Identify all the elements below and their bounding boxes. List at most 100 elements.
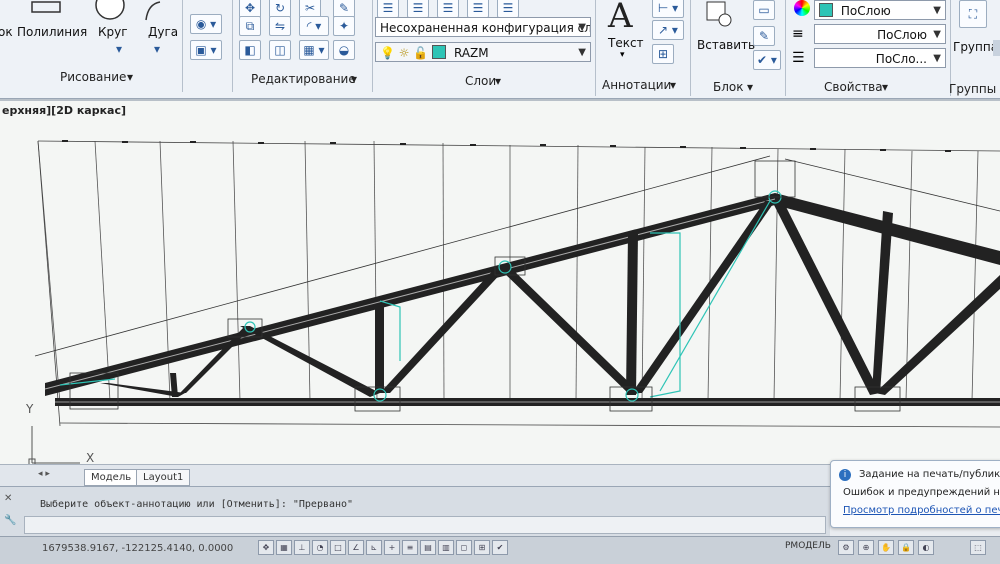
mirror-icon[interactable]: ⇋ <box>269 16 291 36</box>
layer-properties-icon[interactable]: ☰ <box>377 0 399 18</box>
close-icon[interactable]: ✕ <box>4 493 12 504</box>
zoom-icon[interactable]: ⊕ <box>858 540 874 555</box>
linetype-value: ПоСлою <box>877 28 927 42</box>
isolate-icon[interactable]: ◐ <box>918 540 934 555</box>
block-panel-expand-icon[interactable]: ▾ <box>747 80 753 94</box>
groups-panel-title[interactable]: Группы <box>949 82 996 96</box>
properties-panel-title[interactable]: Свойства <box>824 80 883 94</box>
arc-dropdown-icon[interactable]: ▾ <box>152 40 162 58</box>
snap-mode-icon[interactable]: ✥ <box>258 540 274 555</box>
workspace-icon[interactable]: ⚙ <box>838 540 854 555</box>
osnap-mode-icon[interactable]: □ <box>330 540 346 555</box>
create-block-icon[interactable]: ▭ <box>753 0 775 20</box>
polar-mode-icon[interactable]: ◔ <box>312 540 328 555</box>
annotation-panel-expand-icon[interactable]: ▾ <box>670 78 676 92</box>
sc-mode-icon[interactable]: ◻ <box>456 540 472 555</box>
lineweight-dropdown[interactable]: ПоСло... ▼ <box>814 48 946 68</box>
color-swatch <box>819 3 833 17</box>
table-icon[interactable]: ⊞ <box>652 44 674 64</box>
annotation-panel-title[interactable]: Аннотации <box>602 78 671 92</box>
ducs-mode-icon[interactable]: ⊾ <box>366 540 382 555</box>
groups-panel: ⛶ Группа Группы <box>949 0 1000 98</box>
insert-button[interactable]: Вставить <box>697 38 755 52</box>
circle-icon[interactable] <box>95 0 125 22</box>
lineweight-icon[interactable]: ☰ <box>792 50 805 66</box>
layer-lock-icon[interactable]: ☰ <box>497 0 519 18</box>
drawing-viewport[interactable]: Y X <box>0 99 1000 466</box>
linetype-icon[interactable]: ≡ <box>792 26 804 42</box>
linetype-dropdown[interactable]: ПоСлою ▼ <box>814 24 946 44</box>
otrack-mode-icon[interactable]: ∠ <box>348 540 364 555</box>
layer-color-swatch <box>432 45 447 59</box>
command-input[interactable] <box>24 516 826 534</box>
am-mode-icon[interactable]: ⊞ <box>474 540 490 555</box>
block-panel: Вставить ▭ ✎ ✔ ▾ Блок ▾ <box>691 0 785 98</box>
viewport-title[interactable]: ерхняя][2D каркас] <box>2 104 126 117</box>
group-icon[interactable]: ⛶ <box>959 0 987 28</box>
qp-mode-icon[interactable]: ▥ <box>438 540 454 555</box>
ortho-mode-icon[interactable]: ⊥ <box>294 540 310 555</box>
text-tool-button[interactable]: Текст <box>608 36 644 50</box>
layer-state-dropdown[interactable]: Несохраненная конфигурация сло ▼ <box>375 17 591 37</box>
leader-icon[interactable]: ↗ ▾ <box>652 20 684 40</box>
bottom-dimension-line <box>59 422 1000 428</box>
layers-panel-expand-icon[interactable]: ▾ <box>495 74 501 88</box>
dimension-icon[interactable]: ⊢ ▾ <box>652 0 684 18</box>
draw-panel-title[interactable]: Рисование <box>60 70 126 84</box>
block-attributes-icon[interactable]: ✔ ▾ <box>753 50 781 70</box>
tab-layout1[interactable]: Layout1 <box>136 469 191 486</box>
model-space-indicator[interactable]: РМОДЕЛЬ <box>785 541 831 551</box>
insert-block-icon[interactable] <box>703 0 735 30</box>
color-wheel-icon[interactable] <box>794 0 810 16</box>
current-layer-dropdown[interactable]: 💡 ☼ 🔓 RAZM ▼ <box>375 42 591 62</box>
edit-block-icon[interactable]: ✎ <box>753 26 775 46</box>
fullscreen-icon[interactable]: ⬚ <box>970 540 986 555</box>
draw-panel-expand-icon[interactable]: ▾ <box>127 70 133 84</box>
polyline-button[interactable]: Полилиния <box>17 25 87 39</box>
arc-icon[interactable] <box>142 0 164 22</box>
print-notification-balloon[interactable]: i Задание на печать/публикаци Ошибок и п… <box>830 460 1000 528</box>
coordinates-readout[interactable]: 1679538.9167, -122125.4140, 0.0000 <box>42 543 233 554</box>
layer-isolate-icon[interactable]: ☰ <box>407 0 429 18</box>
copy-icon[interactable]: ⧉ <box>239 16 261 36</box>
stretch-icon[interactable]: ◧ <box>239 40 261 60</box>
text-dropdown-icon[interactable]: ▾ <box>620 50 625 60</box>
polyline-icon[interactable] <box>30 0 64 20</box>
tab-nav-arrows-icon[interactable]: ◂ ▸ <box>38 469 50 479</box>
offset-icon[interactable]: ◒ <box>333 40 355 60</box>
circle-button[interactable]: Круг <box>98 25 128 39</box>
modify-panel-title[interactable]: Редактирование <box>251 72 356 86</box>
view-eye-icon[interactable]: ◉ ▾ <box>190 14 222 34</box>
wrench-icon[interactable]: 🔧 <box>4 515 16 526</box>
layer-match-icon[interactable]: ☰ <box>437 0 459 18</box>
group-side-icon[interactable] <box>993 40 1000 56</box>
arc-button[interactable]: Дуга <box>148 25 178 39</box>
circle-dropdown-icon[interactable]: ▾ <box>114 40 124 58</box>
pan-icon[interactable]: ✋ <box>878 540 894 555</box>
tpy-mode-icon[interactable]: ▤ <box>420 540 436 555</box>
lwt-mode-icon[interactable]: ≡ <box>402 540 418 555</box>
ucs-icon <box>28 426 80 466</box>
grid-mode-icon[interactable]: ▦ <box>276 540 292 555</box>
lock-icon[interactable]: 🔒 <box>898 540 914 555</box>
select-box-icon[interactable]: ▣ ▾ <box>190 40 222 60</box>
fillet-icon[interactable]: ◜ ▾ <box>299 16 329 36</box>
text-a-icon[interactable]: A <box>608 0 633 36</box>
annotation-monitor-icon[interactable]: ✔ <box>492 540 508 555</box>
properties-panel-expand-icon[interactable]: ▾ <box>882 80 888 94</box>
notification-details-link[interactable]: Просмотр подробностей о печати <box>843 505 1000 516</box>
dyn-mode-icon[interactable]: + <box>384 540 400 555</box>
tab-model[interactable]: Модель <box>84 469 139 486</box>
group-button[interactable]: Группа <box>953 40 998 54</box>
color-dropdown[interactable]: ПоСлою ▼ <box>814 0 946 20</box>
scale-icon[interactable]: ◫ <box>269 40 291 60</box>
annotation-panel: A Текст ▾ ⊢ ▾ ↗ ▾ ⊞ Аннотации ▾ <box>596 0 690 98</box>
block-panel-title[interactable]: Блок <box>713 80 744 94</box>
explode-icon[interactable]: ✦ <box>333 16 355 36</box>
array-icon[interactable]: ▦ ▾ <box>299 40 329 60</box>
layer-freeze-icon[interactable]: ☰ <box>467 0 489 18</box>
chevron-down-icon: ▼ <box>933 53 941 64</box>
modify-panel-expand-icon[interactable]: ▾ <box>351 72 357 86</box>
first-tool-label[interactable]: ок <box>0 25 13 39</box>
layers-panel-title[interactable]: Слои <box>465 74 496 88</box>
